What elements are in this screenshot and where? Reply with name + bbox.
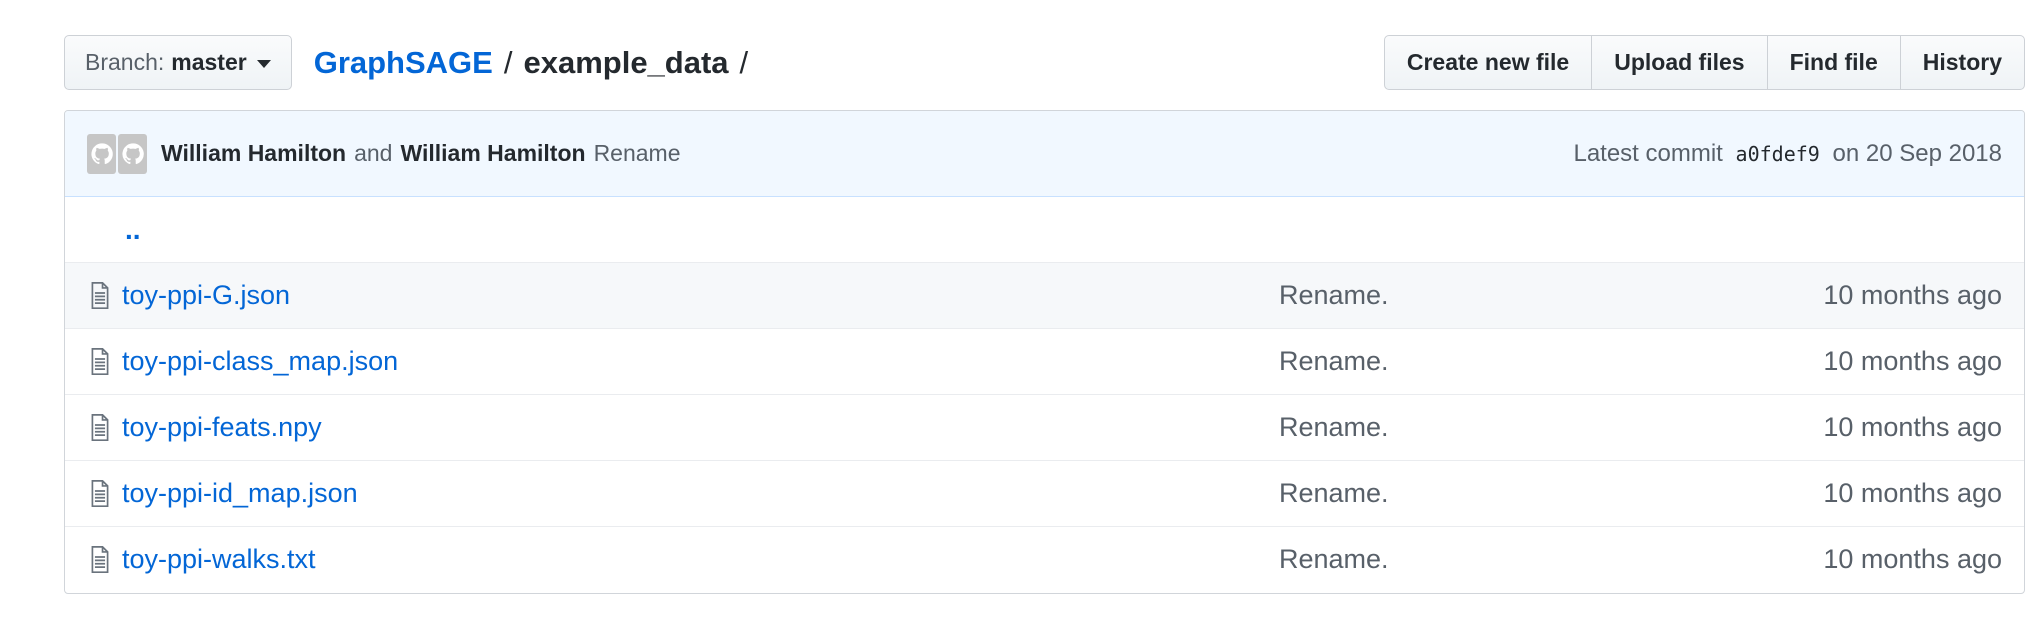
branch-select-button[interactable]: Branch: master (64, 35, 292, 90)
file-row[interactable]: toy-ppi-walks.txt Rename. 10 months ago (65, 526, 2024, 592)
file-row[interactable]: toy-ppi-feats.npy Rename. 10 months ago (65, 394, 2024, 460)
file-text-icon (82, 414, 118, 441)
avatar[interactable] (87, 133, 116, 174)
breadcrumb-current-folder: example_data (523, 44, 729, 80)
file-commit-message-link[interactable]: Rename. (1279, 544, 1389, 575)
parent-directory-link[interactable]: .. (125, 214, 141, 246)
github-octocat-icon (90, 142, 113, 164)
file-text-icon (82, 348, 118, 375)
commit-author-link[interactable]: William Hamilton (161, 140, 346, 167)
author-avatars (87, 133, 149, 174)
branch-name: master (171, 49, 247, 75)
file-actions-group: Create new file Upload files Find file H… (1383, 35, 2025, 90)
file-text-icon (82, 282, 118, 309)
commit-date: on 20 Sep 2018 (1832, 139, 2003, 167)
parent-directory-row[interactable]: .. (65, 197, 2024, 262)
commit-author-joiner: and (354, 140, 393, 166)
file-commit-message-link[interactable]: Rename. (1279, 412, 1389, 443)
file-name-link[interactable]: toy-ppi-class_map.json (122, 346, 398, 377)
file-row[interactable]: toy-ppi-id_map.json Rename. 10 months ago (65, 460, 2024, 526)
caret-down-icon (256, 60, 271, 68)
file-commit-message-link[interactable]: Rename. (1279, 346, 1389, 377)
latest-commit-label: Latest commit (1573, 139, 1723, 167)
file-text-icon (82, 480, 118, 507)
file-row[interactable]: toy-ppi-G.json Rename. 10 months ago (65, 262, 2024, 328)
file-name-link[interactable]: toy-ppi-G.json (122, 280, 290, 311)
branch-prefix: Branch: (85, 49, 165, 75)
file-browser: Branch: master GraphSAGE / example_data … (0, 0, 2042, 618)
file-name-link[interactable]: toy-ppi-feats.npy (122, 412, 322, 443)
file-navigation: Branch: master GraphSAGE / example_data … (64, 35, 2025, 90)
avatar[interactable] (118, 133, 147, 174)
find-file-button[interactable]: Find file (1768, 36, 1901, 89)
commit-committer-link[interactable]: William Hamilton (400, 140, 585, 167)
file-commit-message-link[interactable]: Rename. (1279, 280, 1389, 311)
file-commit-age: 10 months ago (1823, 544, 2002, 574)
commit-sha-link[interactable]: a0fdef9 (1736, 142, 1820, 166)
file-row[interactable]: toy-ppi-class_map.json Rename. 10 months a… (65, 328, 2024, 394)
file-commit-age: 10 months ago (1823, 346, 2002, 376)
file-list: William Hamilton and William Hamilton Re… (64, 110, 2025, 594)
file-text-icon (82, 546, 118, 573)
file-commit-age: 10 months ago (1823, 478, 2002, 508)
file-name-link[interactable]: toy-ppi-id_map.json (122, 478, 358, 509)
file-commit-message-link[interactable]: Rename. (1279, 478, 1389, 509)
file-rows: toy-ppi-G.json Rename. 10 months ago toy-pp… (65, 262, 2024, 592)
breadcrumb-repo-link[interactable]: GraphSAGE (314, 45, 493, 81)
latest-commit-info: Latest commit a0fdef9 on 20 Sep 2018 (1573, 140, 2002, 168)
commit-message-link[interactable]: Rename (594, 140, 681, 167)
file-name-link[interactable]: toy-ppi-walks.txt (122, 544, 316, 575)
file-commit-age: 10 months ago (1823, 280, 2002, 310)
breadcrumb: GraphSAGE / example_data / (314, 45, 759, 81)
file-commit-age: 10 months ago (1823, 412, 2002, 442)
github-octocat-icon (121, 142, 144, 164)
breadcrumb-separator: / (739, 44, 749, 80)
breadcrumb-separator: / (503, 44, 513, 80)
history-button[interactable]: History (1901, 36, 2024, 89)
latest-commit-bar: William Hamilton and William Hamilton Re… (65, 111, 2024, 197)
create-new-file-button[interactable]: Create new file (1385, 36, 1593, 89)
upload-files-button[interactable]: Upload files (1592, 36, 1768, 89)
